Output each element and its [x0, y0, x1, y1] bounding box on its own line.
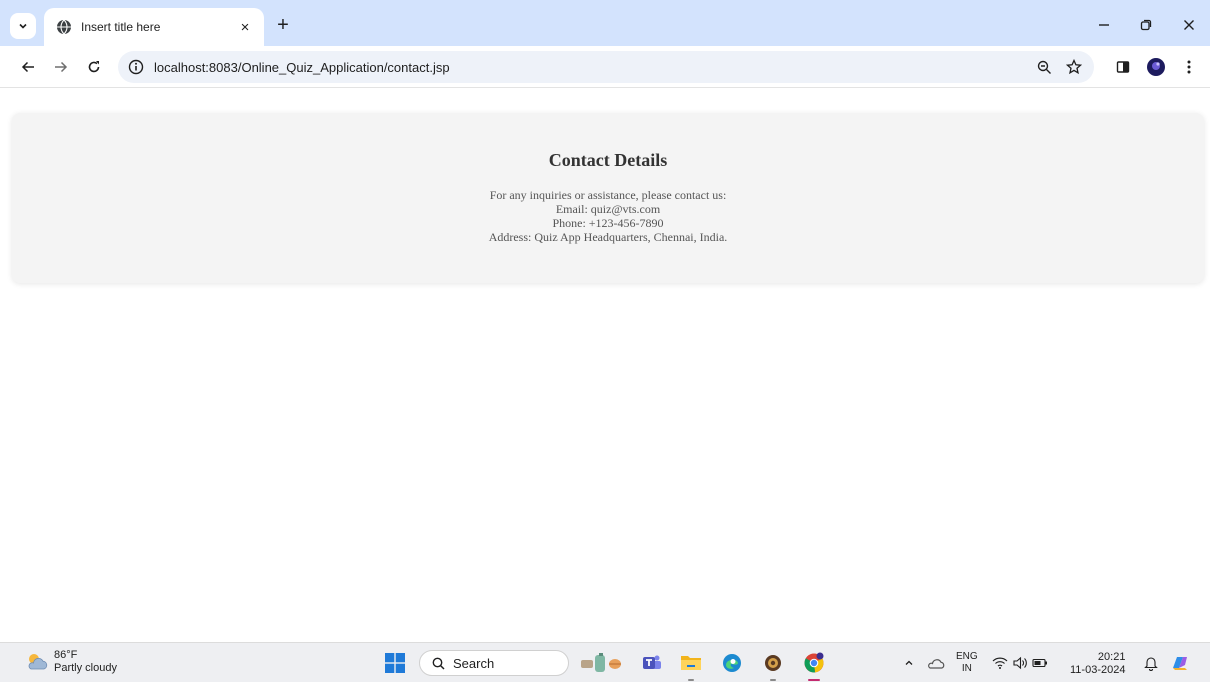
clock-date: 11-03-2024: [1070, 664, 1126, 676]
forward-button[interactable]: [49, 55, 73, 79]
contact-card: Contact Details For any inquiries or ass…: [12, 113, 1204, 283]
app-badge-icon: [765, 655, 781, 671]
contact-info: For any inquiries or assistance, please …: [12, 188, 1204, 244]
windows-start-icon[interactable]: [385, 653, 405, 673]
back-button[interactable]: [16, 55, 40, 79]
search-icon: [432, 657, 445, 670]
teams-app[interactable]: [640, 651, 664, 675]
widgets-icon: [581, 653, 621, 672]
edge-app[interactable]: [720, 651, 744, 675]
lang-code: ENG: [956, 651, 978, 662]
contact-address: Address: Quiz App Headquarters, Chennai,…: [488, 230, 728, 244]
running-indicator: [770, 679, 776, 681]
reload-button[interactable]: [82, 55, 106, 79]
widgets-app[interactable]: [578, 651, 630, 675]
star-icon: [1066, 59, 1082, 75]
search-label: Search: [453, 655, 495, 671]
minimize-button[interactable]: [1092, 14, 1116, 36]
profile-avatar[interactable]: [1144, 55, 1168, 79]
new-tab-button[interactable]: +: [272, 14, 294, 36]
contact-intro: For any inquiries or assistance, please …: [489, 188, 727, 202]
active-indicator: [808, 679, 820, 681]
reload-icon: [88, 61, 100, 73]
volume-icon: [1013, 656, 1027, 670]
clock[interactable]: 20:21 11-03-2024: [1070, 651, 1125, 677]
notifications-button[interactable]: [1139, 651, 1163, 675]
file-explorer-app[interactable]: [679, 651, 703, 681]
folder-icon: [681, 656, 701, 670]
lang-region: IN: [961, 663, 972, 674]
weather-widget[interactable]: 86°F Partly cloudy: [24, 649, 117, 675]
taskbar: 86°F Partly cloudy Search ENG IN 20:21 1…: [0, 642, 1210, 682]
copilot-button[interactable]: [1168, 651, 1192, 675]
running-indicator: [688, 679, 694, 681]
language-indicator[interactable]: ENG IN: [956, 643, 978, 682]
restore-button[interactable]: [1134, 14, 1158, 36]
chrome-icon: [804, 652, 824, 673]
side-panel-button[interactable]: [1111, 55, 1135, 79]
zoom-button[interactable]: [1032, 55, 1056, 79]
weather-temp: 86°F: [54, 649, 78, 661]
arrow-right-icon: [55, 61, 68, 73]
tab-close-button[interactable]: ×: [236, 18, 254, 36]
pinned-app[interactable]: [761, 651, 785, 681]
tab-strip: Insert title here × +: [0, 0, 1210, 46]
chrome-app[interactable]: [802, 651, 826, 681]
partly-cloudy-icon: [28, 654, 48, 670]
teams-icon: [643, 655, 661, 669]
avatar-icon: [1147, 58, 1165, 76]
active-tab[interactable]: Insert title here ×: [44, 8, 264, 46]
address-bar[interactable]: localhost:8083/Online_Quiz_Application/c…: [118, 51, 1094, 83]
close-window-button[interactable]: [1177, 14, 1201, 36]
cloud-icon: [928, 659, 945, 669]
chevron-down-icon: [19, 23, 27, 29]
tab-search-button[interactable]: [10, 13, 36, 39]
bell-icon: [1144, 657, 1158, 671]
info-icon[interactable]: [128, 59, 144, 75]
taskbar-search[interactable]: Search: [419, 650, 569, 676]
copilot-icon: [1173, 657, 1187, 670]
minimize-icon: [1099, 24, 1109, 26]
contact-email: Email: quiz@vts.com: [555, 202, 661, 216]
wifi-icon: [992, 657, 1008, 669]
zoom-icon: [1037, 60, 1051, 74]
arrow-left-icon: [21, 61, 34, 73]
clock-time: 20:21: [1097, 651, 1126, 663]
quick-settings[interactable]: [990, 651, 1050, 675]
close-icon: [1184, 20, 1194, 30]
chevron-up-icon: [905, 660, 913, 665]
edge-icon: [723, 654, 741, 672]
browser-toolbar: localhost:8083/Online_Quiz_Application/c…: [0, 46, 1210, 88]
page-title: Contact Details: [548, 150, 668, 170]
url-text[interactable]: localhost:8083/Online_Quiz_Application/c…: [154, 60, 450, 75]
contact-phone: Phone: +123-456-7890: [552, 216, 664, 230]
onedrive-tray[interactable]: [924, 651, 948, 675]
side-panel-icon: [1116, 61, 1130, 73]
battery-icon: [1032, 658, 1047, 668]
tab-title: Insert title here: [81, 20, 161, 34]
restore-icon: [1140, 19, 1152, 31]
more-vert-icon: [1187, 60, 1191, 74]
menu-button[interactable]: [1177, 55, 1201, 79]
bookmark-button[interactable]: [1062, 55, 1086, 79]
weather-desc: Partly cloudy: [54, 662, 117, 674]
tray-overflow-button[interactable]: [897, 651, 921, 675]
globe-icon: [56, 19, 72, 35]
